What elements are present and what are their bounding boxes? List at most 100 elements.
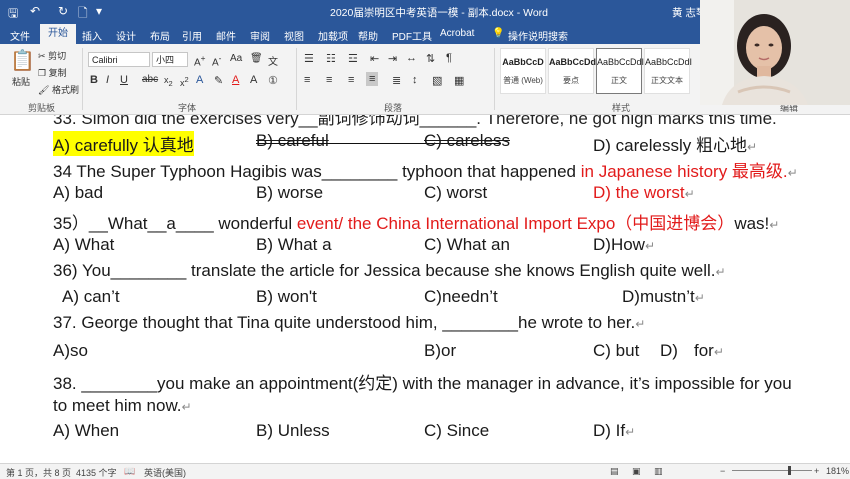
distributed-icon[interactable]: ≣ <box>392 74 401 87</box>
proofing-icon[interactable]: 📖 <box>124 466 135 477</box>
scissors-icon: ✂ <box>38 51 46 61</box>
tab-layout[interactable]: 布局 <box>150 28 170 43</box>
language-indicator[interactable]: 英语(美国) <box>144 466 186 479</box>
q38-option-d: D) If↵ <box>593 421 636 440</box>
numbering-icon[interactable]: ☷ <box>326 52 336 65</box>
tab-view[interactable]: 视图 <box>284 28 304 43</box>
zoom-level[interactable]: 181% <box>826 466 849 476</box>
tab-acrobat[interactable]: Acrobat <box>440 28 474 39</box>
show-marks-icon[interactable]: ¶ <box>446 52 452 64</box>
style-normal-web[interactable]: AaBbCcD 普通 (Web) <box>500 48 546 94</box>
multilevel-list-icon[interactable]: ☲ <box>348 52 358 65</box>
page-count[interactable]: 第 1 页，共 8 页 <box>6 466 71 479</box>
tab-insert[interactable]: 插入 <box>82 28 102 43</box>
align-right-icon[interactable]: ≡ <box>348 74 354 86</box>
bold-button[interactable]: B <box>90 74 98 86</box>
copy-button[interactable]: ❐ 复制 <box>38 66 67 79</box>
q37-option-b: B)or <box>424 341 457 360</box>
format-painter-button[interactable]: 🖌 格式刷 <box>38 83 79 96</box>
tab-help[interactable]: 帮助 <box>358 28 378 43</box>
tab-review[interactable]: 审阅 <box>250 28 270 43</box>
align-center-icon[interactable]: ≡ <box>326 74 332 86</box>
q37-option-d-text: for↵ <box>694 341 724 360</box>
tab-references[interactable]: 引用 <box>182 28 202 43</box>
web-layout-icon[interactable]: ▥ <box>654 466 663 477</box>
subscript-button[interactable]: x2 <box>164 75 173 88</box>
tell-me-search[interactable]: 操作说明搜索 <box>508 28 568 43</box>
highlight-icon[interactable]: ✎ <box>214 74 223 87</box>
q37-option-a: A)so <box>53 341 88 360</box>
bullets-icon[interactable]: ☰ <box>304 52 314 65</box>
customize-qat-icon[interactable]: ▾ <box>96 4 102 18</box>
sort-icon[interactable]: ⇅ <box>426 52 435 65</box>
redo-icon[interactable]: ↻ <box>58 4 68 18</box>
question-38-line-2: to meet him now.↵ <box>53 396 192 415</box>
tab-pdf-tools[interactable]: PDF工具 <box>392 28 432 43</box>
zoom-out-button[interactable]: − <box>720 466 725 476</box>
line-spacing-icon[interactable]: ↕ <box>412 74 418 86</box>
superscript-button[interactable]: x2 <box>180 75 189 88</box>
align-left-icon[interactable]: ≡ <box>304 74 310 86</box>
font-color-button[interactable]: A <box>232 74 239 86</box>
grow-font-button[interactable]: A+ <box>194 53 206 68</box>
word-count[interactable]: 4135 个字 <box>76 466 117 479</box>
q36-option-a: A) can’t <box>62 287 120 306</box>
paste-button[interactable]: 粘贴 <box>12 75 30 88</box>
q34-option-d: D) the worst↵ <box>593 183 695 202</box>
style-body-text[interactable]: AaBbCcDdI 正文文本 <box>644 48 692 94</box>
print-layout-icon[interactable]: ▣ <box>632 466 641 477</box>
copy-icon: ❐ <box>38 68 47 78</box>
chinese-layout-icon[interactable]: ↔ <box>406 52 417 64</box>
brush-icon: 🖌 <box>38 85 50 95</box>
underline-button[interactable]: U <box>120 74 128 86</box>
tab-mailings[interactable]: 邮件 <box>216 28 236 43</box>
zoom-slider-track[interactable] <box>732 470 812 471</box>
tab-home[interactable]: 开始 <box>40 24 76 44</box>
decrease-indent-icon[interactable]: ⇤ <box>370 52 379 65</box>
new-doc-icon[interactable]: 🗋 <box>78 4 88 25</box>
question-33: 33. Simon did the exercises very__副词修饰动词… <box>53 115 777 128</box>
group-divider <box>494 48 495 110</box>
q33-option-a: A) carefully 认真地 <box>53 131 194 156</box>
q37-option-d: D) <box>660 341 678 360</box>
italic-button[interactable]: I <box>106 74 109 86</box>
question-35: 35）__What__a____ wonderful event/ the Ch… <box>53 214 780 233</box>
save-icon[interactable]: 🖫 <box>8 4 18 25</box>
cut-button[interactable]: ✂ 剪切 <box>38 49 66 62</box>
q34-option-a: A) bad <box>53 183 104 202</box>
style-body[interactable]: AaBbCcDdI 正文 <box>596 48 644 94</box>
q34-option-c: C) worst <box>424 183 488 202</box>
q35-option-c: C) What an <box>424 235 510 254</box>
zoom-slider-thumb[interactable] <box>788 466 791 475</box>
font-name-box[interactable]: Calibri <box>88 52 150 67</box>
style-key-points[interactable]: AaBbCcDd 要点 <box>548 48 596 94</box>
zoom-in-button[interactable]: + <box>814 466 819 476</box>
shrink-font-button[interactable]: A- <box>212 53 221 68</box>
q38-option-b: B) Unless <box>256 421 330 440</box>
read-mode-icon[interactable]: ▤ <box>610 466 619 477</box>
webcam-overlay <box>700 0 850 105</box>
undo-icon[interactable]: ↶ <box>30 4 40 18</box>
clear-format-icon[interactable]: 🗑 <box>250 53 263 64</box>
justify-icon[interactable]: ≡ <box>366 72 379 86</box>
q38-option-a: A) When <box>53 421 120 440</box>
text-effects-button[interactable]: A <box>196 74 203 86</box>
tab-design[interactable]: 设计 <box>116 28 136 43</box>
change-case-button[interactable]: Aa <box>230 53 242 64</box>
char-shading-button[interactable]: A <box>250 74 257 86</box>
group-divider <box>82 48 83 110</box>
question-38-line-1: 38. ________you make an appointment(约定) … <box>53 374 792 393</box>
shading-icon[interactable]: ▧ <box>432 74 442 87</box>
enclose-char-icon[interactable]: ① <box>268 74 278 87</box>
q35-option-a: A) What <box>53 235 115 254</box>
borders-icon[interactable]: ▦ <box>454 74 464 87</box>
phonetic-guide-button[interactable]: 文 <box>268 53 278 68</box>
strikethrough-button[interactable]: abc <box>142 74 158 85</box>
question-34: 34 The Super Typhoon Hagibis was________… <box>53 162 798 181</box>
tab-addins[interactable]: 加载项 <box>318 28 348 43</box>
paste-icon[interactable]: 📋 <box>10 48 35 73</box>
tab-file[interactable]: 文件 <box>10 28 30 43</box>
document-canvas[interactable]: 33. Simon did the exercises very__副词修饰动词… <box>0 115 850 463</box>
increase-indent-icon[interactable]: ⇥ <box>388 52 397 65</box>
font-size-box[interactable]: 小四 <box>152 52 188 67</box>
